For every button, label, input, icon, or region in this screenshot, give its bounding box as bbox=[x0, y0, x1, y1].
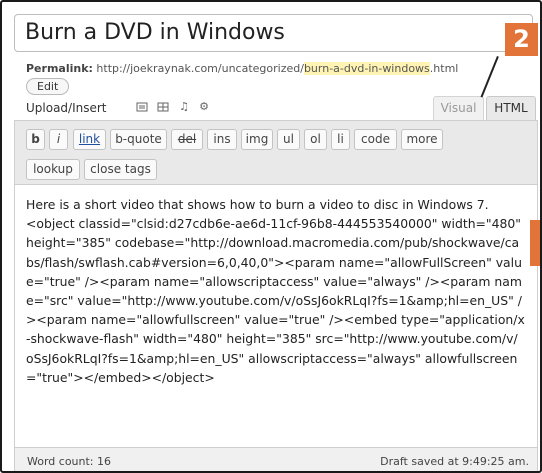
qt-bquote-button[interactable]: b-quote bbox=[110, 129, 167, 150]
qt-li-button[interactable]: li bbox=[331, 129, 350, 150]
qt-ins-button[interactable]: ins bbox=[207, 129, 237, 150]
word-count: Word count: 16 bbox=[27, 455, 112, 468]
audio-icon[interactable]: ♫ bbox=[178, 101, 190, 113]
permalink-slug[interactable]: burn-a-dvd-in-windows bbox=[303, 62, 430, 75]
quicktags-toolbar: b i link b-quote del ins img ul ol li co… bbox=[14, 120, 538, 184]
qt-code-button[interactable]: code bbox=[354, 129, 397, 150]
qt-link-button[interactable]: link bbox=[73, 129, 106, 150]
qt-ol-button[interactable]: ol bbox=[304, 129, 327, 150]
callout-number-badge: 2 bbox=[505, 23, 538, 56]
upload-insert-label: Upload/Insert bbox=[26, 101, 107, 115]
html-editor-textarea[interactable]: Here is a short video that shows how to … bbox=[14, 184, 538, 448]
image-icon[interactable] bbox=[136, 101, 148, 113]
tab-visual[interactable]: Visual bbox=[433, 96, 484, 120]
permalink: Permalink: http://joekraynak.com/uncateg… bbox=[26, 62, 458, 75]
edit-permalink-button[interactable]: Edit bbox=[26, 78, 70, 95]
qt-del-button[interactable]: del bbox=[171, 129, 203, 150]
qt-italic-button[interactable]: i bbox=[49, 129, 68, 150]
post-title-wrap: Burn a DVD in Windows bbox=[14, 14, 533, 52]
permalink-label: Permalink: bbox=[26, 62, 93, 75]
callout-pointer-line bbox=[480, 56, 499, 98]
permalink-base: http://joekraynak.com/uncategorized/ bbox=[96, 62, 304, 75]
qt-more-button[interactable]: more bbox=[401, 129, 443, 150]
editor-status-bar: Word count: 16 Draft saved at 9:49:25 am… bbox=[14, 448, 538, 471]
media-icon[interactable]: ⚙ bbox=[198, 101, 210, 113]
draft-saved-status: Draft saved at 9:49:25 am. bbox=[380, 455, 529, 468]
post-editor-panel: Burn a DVD in Windows Permalink: http://… bbox=[0, 0, 542, 473]
qt-lookup-button[interactable]: lookup bbox=[26, 159, 80, 180]
qt-img-button[interactable]: img bbox=[241, 129, 273, 150]
qt-bold-button[interactable]: b bbox=[26, 129, 45, 150]
tab-html[interactable]: HTML bbox=[486, 96, 536, 120]
qt-close-tags-button[interactable]: close tags bbox=[84, 159, 157, 180]
video-icon[interactable] bbox=[157, 101, 169, 113]
qt-ul-button[interactable]: ul bbox=[277, 129, 300, 150]
callout-side-marker bbox=[530, 220, 540, 266]
post-title-input[interactable]: Burn a DVD in Windows bbox=[14, 14, 533, 52]
editor-content: Here is a short video that shows how to … bbox=[26, 197, 525, 385]
permalink-ext: .html bbox=[429, 62, 459, 75]
